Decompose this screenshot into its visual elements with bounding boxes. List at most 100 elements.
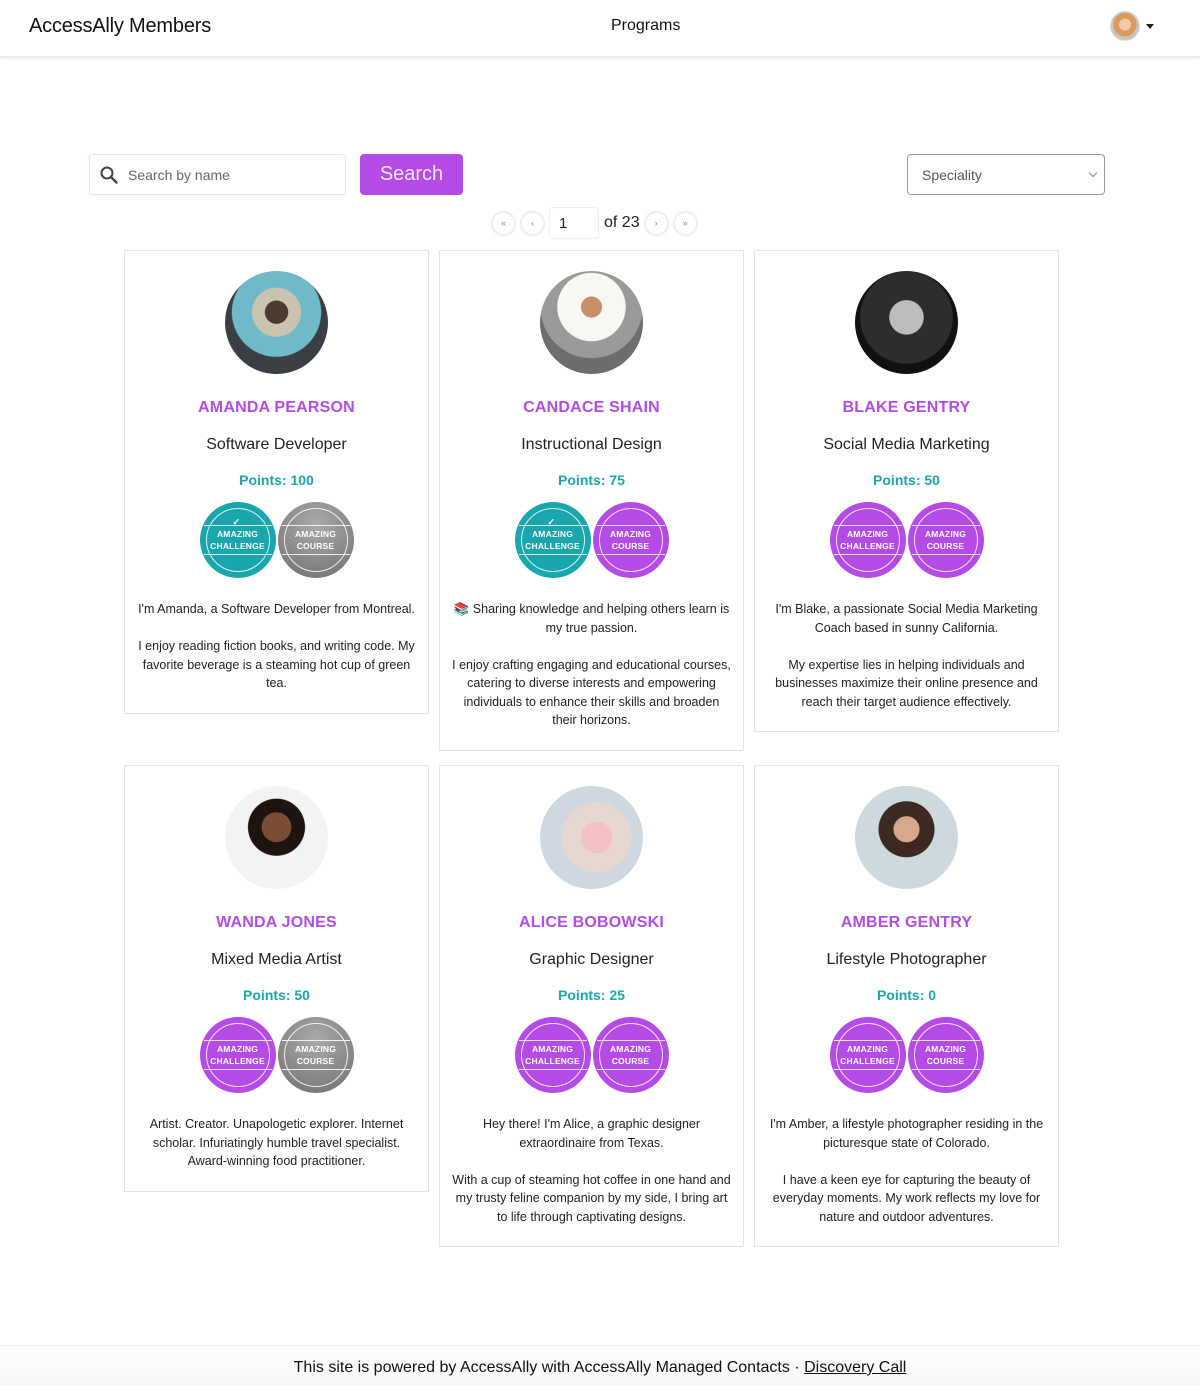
member-points: Points: 50	[873, 472, 940, 488]
member-card: CANDACE SHAIN Instructional Design Points:…	[439, 250, 744, 751]
member-card: AMBER GENTRY Lifestyle Photographer Points…	[754, 765, 1059, 1247]
bio-paragraph: I enjoy reading fiction books, and writi…	[138, 639, 415, 690]
member-bio: I'm Blake, a passionate Social Media Mar…	[767, 600, 1046, 711]
achievement-badge: AMAZING COURSE	[907, 1017, 984, 1093]
badge-label-line1: AMAZING	[294, 1044, 337, 1054]
badge-label-line1: AMAZING	[609, 529, 652, 539]
member-name: CANDACE SHAIN	[523, 399, 660, 416]
badge-label: AMAZING COURSE	[596, 1040, 665, 1070]
badge-label-line2: COURSE	[296, 541, 335, 551]
speciality-select[interactable]: Speciality	[907, 154, 1105, 195]
badge-label: AMAZING CHALLENGE	[203, 525, 272, 555]
site-footer: This site is powered by AccessAlly with …	[0, 1345, 1200, 1386]
member-points: Points: 50	[243, 987, 310, 1003]
badge-label-line2: COURSE	[611, 1056, 650, 1066]
badge-label-line1: AMAZING	[294, 529, 337, 539]
badge-list: AMAZING CHALLENGE AMAZING COURSE	[125, 1017, 428, 1093]
prev-page-button[interactable]: ‹	[520, 210, 545, 236]
member-photo	[855, 786, 958, 889]
bio-paragraph: Artist. Creator. Unapologetic explorer. …	[149, 1117, 404, 1168]
badge-label-line1: AMAZING	[924, 529, 967, 539]
member-title: Software Developer	[206, 436, 347, 453]
nav-programs-link[interactable]: Programs	[611, 17, 680, 35]
badge-label-line2: CHALLENGE	[840, 541, 895, 551]
badge-list: AMAZING CHALLENGE AMAZING COURSE	[755, 1017, 1058, 1093]
member-title: Graphic Designer	[529, 951, 654, 968]
badge-list: ✓ AMAZING CHALLENGE AMAZING COURSE	[440, 502, 743, 578]
achievement-badge: AMAZING COURSE	[907, 502, 984, 578]
bio-paragraph: I enjoy crafting engaging and educationa…	[452, 657, 731, 728]
bio-paragraph: I have a keen eye for capturing the beau…	[772, 1172, 1041, 1224]
badge-label-line2: CHALLENGE	[525, 541, 580, 551]
member-card: BLAKE GENTRY Social Media Marketing Points…	[754, 250, 1059, 732]
member-bio: Artist. Creator. Unapologetic explorer. …	[137, 1115, 416, 1171]
member-name: AMANDA PEARSON	[198, 399, 355, 416]
badge-label: AMAZING COURSE	[596, 525, 665, 555]
achievement-badge: AMAZING COURSE	[277, 1017, 354, 1093]
next-page-button[interactable]: ›	[643, 210, 669, 236]
badge-label: AMAZING COURSE	[911, 525, 980, 555]
search-input[interactable]	[128, 166, 328, 183]
member-name: BLAKE GENTRY	[842, 399, 971, 416]
badge-label-line2: COURSE	[611, 541, 650, 551]
achievement-badge: ✓ AMAZING CHALLENGE	[199, 502, 276, 578]
achievement-badge: AMAZING COURSE	[277, 502, 354, 578]
badge-label-line2: CHALLENGE	[210, 541, 265, 551]
badge-label: AMAZING CHALLENGE	[833, 525, 902, 555]
pagination: « ‹ of 23 › »	[491, 207, 702, 239]
achievement-badge: ✓ AMAZING CHALLENGE	[514, 502, 591, 578]
member-points: Points: 100	[239, 472, 314, 488]
member-bio: 📚 Sharing knowledge and helping others l…	[452, 600, 731, 730]
bio-paragraph: Hey there! I'm Alice, a graphic designer…	[482, 1117, 701, 1150]
bio-paragraph: 📚 Sharing knowledge and helping others l…	[453, 602, 730, 635]
badge-label-line2: COURSE	[296, 1056, 335, 1066]
member-points: Points: 25	[558, 987, 625, 1003]
badge-label: AMAZING CHALLENGE	[203, 1040, 272, 1070]
member-points: Points: 0	[876, 987, 937, 1003]
member-name: WANDA JONES	[216, 914, 337, 931]
member-photo	[855, 271, 958, 374]
badge-label-line1: AMAZING	[531, 1044, 574, 1054]
search-icon	[90, 154, 128, 195]
discovery-call-link[interactable]: Discovery Call	[804, 1359, 906, 1376]
bio-paragraph: My expertise lies in helping individuals…	[775, 657, 1038, 709]
member-bio: Hey there! I'm Alice, a graphic designer…	[452, 1115, 731, 1226]
member-photo	[225, 271, 328, 374]
footer-text: This site is powered by AccessAlly with …	[293, 1359, 805, 1376]
member-title: Instructional Design	[521, 436, 662, 453]
badge-label-line2: COURSE	[926, 541, 965, 551]
user-avatar	[1110, 11, 1140, 41]
first-page-button[interactable]: «	[491, 210, 516, 236]
member-photo	[540, 786, 643, 889]
user-menu-toggle[interactable]	[1110, 11, 1154, 41]
chevron-down-icon	[1088, 168, 1098, 177]
search-field	[89, 154, 346, 195]
member-title: Social Media Marketing	[823, 436, 990, 453]
top-navbar: AccessAlly Members Programs	[0, 0, 1200, 58]
badge-list: ✓ AMAZING CHALLENGE AMAZING COURSE	[125, 502, 428, 578]
member-bio: I'm Amanda, a Software Developer from Mo…	[137, 600, 416, 693]
search-button[interactable]: Search	[360, 154, 463, 195]
member-card: WANDA JONES Mixed Media Artist Points: 50 A…	[124, 765, 429, 1192]
member-bio: I'm Amber, a lifestyle photographer resi…	[767, 1115, 1046, 1226]
badge-label-line1: AMAZING	[846, 529, 889, 539]
bio-paragraph: I'm Amber, a lifestyle photographer resi…	[769, 1117, 1044, 1150]
member-title: Mixed Media Artist	[211, 951, 342, 968]
badge-label: AMAZING CHALLENGE	[518, 525, 587, 555]
caret-down-icon	[1146, 23, 1154, 29]
badge-label-line2: CHALLENGE	[525, 1056, 580, 1066]
badge-label: AMAZING COURSE	[281, 1040, 350, 1070]
badge-label-line1: AMAZING	[531, 529, 574, 539]
page-total: of 23	[604, 214, 640, 231]
site-brand[interactable]: AccessAlly Members	[29, 15, 211, 38]
badge-label-line2: CHALLENGE	[840, 1056, 895, 1066]
page-number-input[interactable]	[549, 207, 599, 239]
achievement-badge: AMAZING COURSE	[592, 1017, 669, 1093]
badge-label-line1: AMAZING	[216, 1044, 259, 1054]
achievement-badge: AMAZING CHALLENGE	[829, 1017, 906, 1093]
member-card: ALICE BOBOWSKI Graphic Designer Points: 25…	[439, 765, 744, 1247]
badge-list: AMAZING CHALLENGE AMAZING COURSE	[440, 1017, 743, 1093]
badge-label: AMAZING COURSE	[281, 525, 350, 555]
badge-label-line1: AMAZING	[846, 1044, 889, 1054]
last-page-button[interactable]: »	[672, 210, 698, 236]
